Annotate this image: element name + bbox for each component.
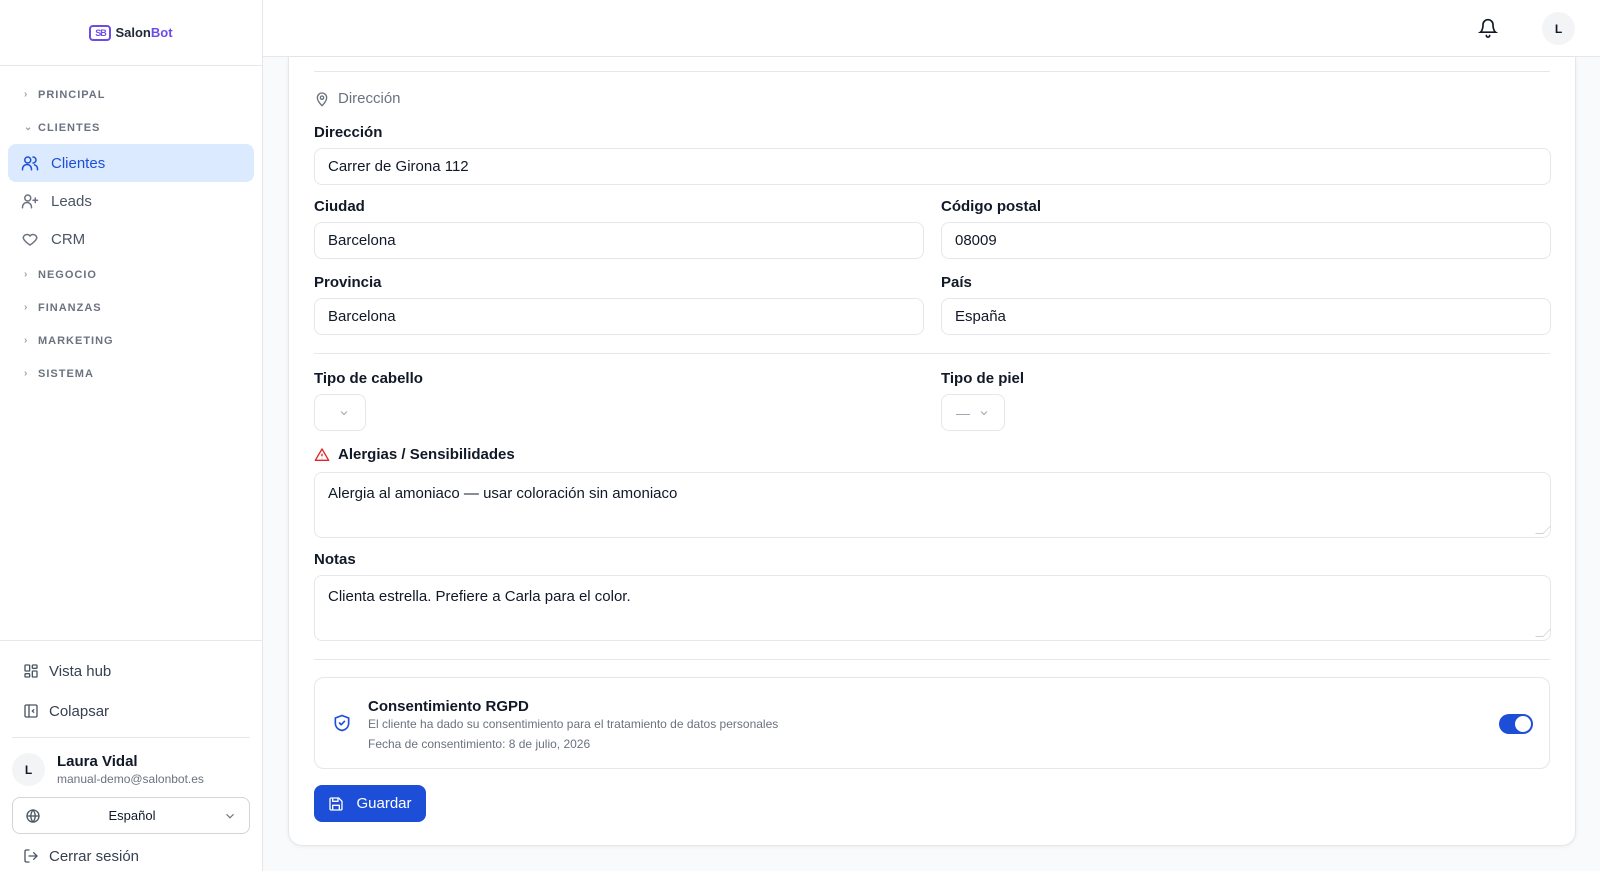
nav-section-label: PRINCIPAL [38,88,106,101]
allergies-label: Alergias / Sensibilidades [338,446,515,463]
province-input[interactable]: Barcelona [314,298,924,335]
logout-label: Cerrar sesión [49,847,140,865]
skin-type-label: Tipo de piel [941,370,1025,387]
chevron-right-icon: › [24,302,29,313]
logo[interactable]: SB SalonBot [0,0,262,66]
nav-section-clientes[interactable]: ⌄ CLIENTES [0,111,262,144]
nav-section-negocio[interactable]: › NEGOCIO [0,258,262,291]
nav-section-label: SISTEMA [38,367,94,380]
sidebar-item-leads[interactable]: Leads [8,182,254,220]
nav-section-sistema[interactable]: › SISTEMA [0,357,262,390]
nav-section-label: NEGOCIO [38,268,97,281]
sidebar-item-crm[interactable]: CRM [8,220,254,258]
province-label: Provincia [314,274,382,291]
user-profile[interactable]: L Laura Vidal manual-demo@salonbot.es [12,737,250,791]
client-form-card: Dirección Dirección Carrer de Girona 112… [288,57,1576,846]
grid-icon [24,664,38,678]
sidebar-nav: › PRINCIPAL ⌄ CLIENTES Clientes Leads CR… [0,66,262,390]
chevron-down-icon [226,813,234,819]
user-email: manual-demo@salonbot.es [57,772,204,786]
notes-textarea[interactable]: Clienta estrella. Prefiere a Carla para … [314,575,1551,641]
hair-type-select[interactable] [314,394,366,431]
save-icon [329,796,344,811]
city-input[interactable]: Barcelona [314,222,924,259]
nav-section-label: FINANZAS [38,301,102,314]
allergies-heading: Alergias / Sensibilidades [314,446,1550,463]
notes-label: Notas [314,551,356,568]
hub-view-label: Vista hub [49,662,112,680]
user-info: Laura Vidal manual-demo@salonbot.es [57,753,204,786]
gdpr-consent-panel: Consentimiento RGPD El cliente ha dado s… [314,677,1550,769]
shield-check-icon [334,714,350,732]
sidebar-item-label: Leads [51,192,92,210]
allergies-textarea[interactable]: Alergia al amoniaco — usar coloración si… [314,472,1551,538]
hair-type-label: Tipo de cabello [314,370,423,387]
avatar[interactable]: L [1542,12,1575,45]
map-pin-icon [316,91,328,107]
sidebar-item-clientes[interactable]: Clientes [8,144,254,182]
chevron-right-icon: › [24,269,29,280]
chevron-down-icon: ⌄ [24,122,34,133]
nav-section-finanzas[interactable]: › FINANZAS [0,291,262,324]
nav-section-label: MARKETING [38,334,114,347]
logout-icon [24,849,38,863]
logo-text: SalonBot [115,25,173,40]
collapse-button[interactable]: Colapsar [0,691,262,731]
nav-section-label: CLIENTES [38,121,101,134]
collapse-label: Colapsar [49,702,110,720]
consent-date: Fecha de consentimiento: 8 de julio, 202… [368,737,591,751]
chevron-down-icon [340,410,348,415]
globe-icon [26,808,40,823]
save-button[interactable]: Guardar [314,785,426,822]
chevron-down-icon [980,410,988,415]
address-section-title: Dirección [314,90,1550,107]
language-select[interactable]: Español [12,797,250,834]
sidebar-item-label: Clientes [51,154,106,172]
consent-toggle[interactable] [1499,714,1533,734]
chevron-right-icon: › [24,368,29,379]
divider [314,659,1550,660]
top-header: L [263,0,1600,57]
resize-handle-icon[interactable] [1535,526,1551,534]
sidebar-item-label: CRM [51,230,86,248]
address-label: Dirección [314,124,383,141]
user-name: Laura Vidal [57,753,138,770]
bell-icon[interactable] [1478,18,1498,38]
consent-description: El cliente ha dado su consentimiento par… [368,717,779,731]
users-icon [21,156,39,171]
country-label: País [941,274,972,291]
country-input[interactable]: España [941,298,1551,335]
postal-code-input[interactable]: 08009 [941,222,1551,259]
section-label: Dirección [338,90,401,107]
divider [314,71,1550,72]
consent-title: Consentimiento RGPD [368,698,529,715]
allergies-value: Alergia al amoniaco — usar coloración si… [328,485,678,502]
logo-mark-icon: SB [89,24,112,41]
sidebar-footer: Vista hub Colapsar L Laura Vidal manual-… [0,640,262,871]
nav-section-principal[interactable]: › PRINCIPAL [0,78,262,111]
warning-icon [314,447,330,461]
heart-icon [22,233,38,246]
avatar: L [12,753,45,786]
logout-button[interactable]: Cerrar sesión [0,838,262,871]
postal-code-label: Código postal [941,198,1041,215]
save-label: Guardar [356,795,412,812]
language-value: Español [108,808,156,823]
skin-type-value: — [956,404,970,421]
chevron-right-icon: › [24,335,29,346]
panel-collapse-icon [24,704,38,718]
skin-type-select[interactable]: — [941,394,1005,431]
resize-handle-icon[interactable] [1535,629,1551,637]
nav-section-marketing[interactable]: › MARKETING [0,324,262,357]
sidebar: SB SalonBot › PRINCIPAL ⌄ CLIENTES Clien… [0,0,263,871]
hub-view-button[interactable]: Vista hub [0,651,262,691]
notes-value: Clienta estrella. Prefiere a Carla para … [328,588,631,605]
address-input[interactable]: Carrer de Girona 112 [314,148,1551,185]
divider [314,353,1550,354]
chevron-right-icon: › [24,89,29,100]
user-plus-icon [21,194,39,209]
city-label: Ciudad [314,198,365,215]
